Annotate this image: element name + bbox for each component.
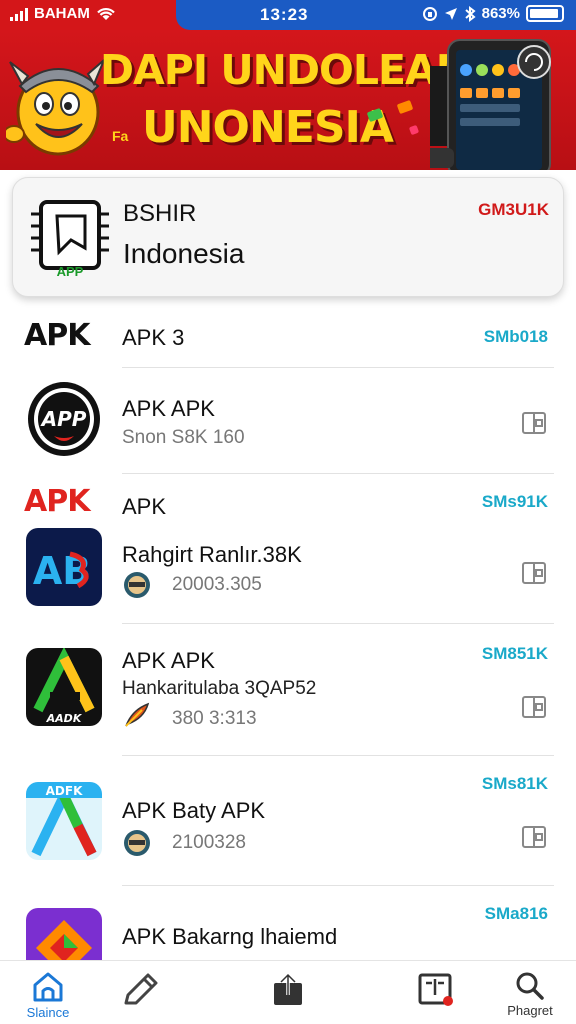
search-icon <box>516 972 544 1000</box>
confetti-shape <box>408 124 420 136</box>
list-item-subtitle: Hankaritulaba 3QAP52 <box>122 678 317 699</box>
featured-icon-label: APP <box>57 264 84 279</box>
list-item[interactable]: APK Bakarng lhaiemd SMa816 <box>0 890 576 960</box>
list-item[interactable]: APP APK APK Snon S8K 160 <box>0 370 576 474</box>
divider <box>122 623 554 624</box>
list-item-title: APK APK <box>122 648 215 673</box>
list-item[interactable]: ADFK APK Baty APK SMs81K 2100328 <box>0 760 576 886</box>
viking-mascot-icon <box>6 59 104 156</box>
banner-headline: DAPI UNDOLEAN <box>100 46 470 94</box>
confetti-shape <box>396 99 414 115</box>
download-box-icon[interactable] <box>522 826 546 848</box>
wifi-icon <box>97 8 115 20</box>
apk-chip-icon: APP <box>31 200 109 279</box>
nav-home-label: Slaince <box>26 1005 70 1020</box>
list-item-size: SMs91K <box>481 492 548 511</box>
list-item-size: SM851K <box>481 644 548 663</box>
apk-text-icon: APK <box>24 318 90 353</box>
nav-search-label: Phagret <box>507 1003 553 1018</box>
list-item-size: SMb018 <box>483 327 548 346</box>
list-item[interactable]: AADK APK APK SM851K Hankaritulaba 3QAP52… <box>0 630 576 756</box>
list-item-title: APK <box>122 494 167 519</box>
adfk-app-text: ADFK <box>46 784 83 798</box>
aadk-app-text: AADK <box>46 712 83 725</box>
rotation-lock-icon <box>422 6 437 21</box>
feather-icon <box>125 702 150 727</box>
promo-banner[interactable]: DAPI UNDOLEAN Fa UNONESIA <box>0 30 576 170</box>
divider <box>122 885 554 886</box>
pencil-icon <box>124 973 158 1005</box>
status-indicators: 863% <box>422 5 564 22</box>
aadk-app-icon: AADK <box>26 648 102 726</box>
bottom-navigation: Slaince Phagret <box>0 960 576 1024</box>
banner-subheadline: UNONESIA <box>142 102 394 153</box>
divider <box>122 473 554 474</box>
inbox-icon <box>418 973 453 1006</box>
ab-app-icon: AB <box>26 528 102 606</box>
list-item-title: APK 3 <box>122 325 185 350</box>
list-item-subtitle: Snon S8K 160 <box>122 427 245 448</box>
battery-percent: 863% <box>481 5 520 22</box>
share-upload-icon <box>274 972 302 1005</box>
nav-share[interactable] <box>248 967 328 1007</box>
download-box-icon[interactable] <box>522 696 546 718</box>
nav-inbox[interactable] <box>396 967 476 1009</box>
status-time: 13:23 <box>260 5 309 24</box>
colorful-app-icon <box>26 908 102 960</box>
region-badge-icon <box>124 830 150 856</box>
app-badge-text: APP <box>40 407 87 431</box>
banner-prefix: Fa <box>112 128 129 144</box>
status-carrier-group: BAHAM <box>10 5 116 22</box>
featured-size: GM3U1K <box>478 200 549 219</box>
list-item-size: SMs81K <box>481 774 548 793</box>
featured-subtitle: Indonesia <box>123 238 245 269</box>
list-item[interactable]: APK APK 3 SMb018 <box>0 310 576 368</box>
status-bar: BAHAM 13:23 863% <box>0 0 576 30</box>
featured-app-card[interactable]: APP BSHIR Indonesia GM3U1K <box>12 177 564 297</box>
download-box-icon[interactable] <box>522 562 546 584</box>
list-item-subtitle: 2100328 <box>172 832 246 853</box>
list-item-title: APK Bakarng lhaiemd <box>122 924 338 949</box>
list-item-size: SMa816 <box>484 904 548 923</box>
list-item-title: APK APK <box>122 396 215 421</box>
bluetooth-icon <box>464 5 476 22</box>
adfk-app-icon: ADFK <box>26 782 102 860</box>
carrier-name: BAHAM <box>34 5 90 22</box>
download-box-icon[interactable] <box>522 412 546 434</box>
region-badge-icon <box>124 572 150 598</box>
phone-mockup-icon <box>430 39 551 170</box>
location-arrow-icon <box>444 7 457 20</box>
list-item-subtitle: 20003.305 <box>172 574 262 595</box>
nav-search[interactable]: Phagret <box>490 967 570 1018</box>
apk-text-icon: APK <box>24 484 90 519</box>
app-badge-icon: APP <box>28 382 100 456</box>
home-icon <box>33 972 63 1002</box>
list-item-title: Rahgirt Ranlır.38K <box>122 542 302 567</box>
list-item-meta: 380 3:313 <box>172 708 257 729</box>
list-item[interactable]: APK APK SMs91K AB Rahgirt Ranlır.38K 200… <box>0 478 576 624</box>
battery-icon <box>526 5 564 22</box>
featured-title: BSHIR <box>123 200 197 227</box>
list-item-title: APK Baty APK <box>122 798 266 823</box>
nav-home[interactable]: Slaince <box>8 967 88 1020</box>
divider <box>122 367 554 368</box>
divider <box>122 755 554 756</box>
signal-icon <box>10 7 28 21</box>
nav-edit[interactable] <box>100 967 180 1009</box>
